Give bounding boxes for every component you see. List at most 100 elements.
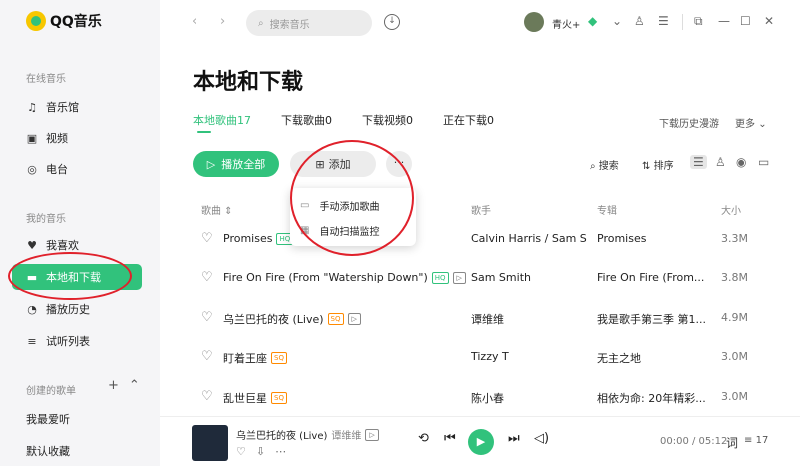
- menu-icon[interactable]: ☰: [658, 14, 669, 28]
- song-size: 3.0M: [721, 390, 748, 403]
- skin-shirt-icon[interactable]: ♙: [634, 14, 645, 28]
- search-label: 搜索: [598, 161, 619, 172]
- more-circle-icon[interactable]: ⋯: [275, 445, 286, 458]
- folder-icon: ▭: [300, 199, 310, 211]
- table-row[interactable]: ♡ 乌兰巴托的夜 (Live) SQ ▷ 谭维维 我是歌手第三季 第1... 4.9…: [193, 303, 800, 333]
- sidebar-item-favorites[interactable]: ♥ 我喜欢: [26, 236, 79, 254]
- song-title[interactable]: 乱世巨星 SQ: [223, 390, 287, 406]
- sidebar-item-radio[interactable]: ◎ 电台: [26, 160, 68, 178]
- song-title[interactable]: Promises HQ: [223, 232, 294, 245]
- song-album[interactable]: Promises: [597, 232, 705, 245]
- playlist-count: 17: [755, 435, 769, 446]
- heart-outline-icon[interactable]: ♡: [201, 270, 213, 285]
- song-album[interactable]: Fire On Fire (From...: [597, 271, 705, 284]
- column-header-album: 专辑: [597, 206, 617, 217]
- tab-local-songs[interactable]: 本地歌曲17: [193, 112, 251, 128]
- album-cover[interactable]: [192, 425, 228, 461]
- song-artist[interactable]: Calvin Harris / Sam S...: [471, 232, 587, 245]
- song-album[interactable]: 无主之地: [597, 350, 705, 366]
- voice-search-icon[interactable]: ↓: [384, 14, 400, 30]
- folder-view-icon[interactable]: ▭: [758, 155, 769, 169]
- music-note-icon: ♫: [27, 100, 37, 114]
- song-artist[interactable]: Tizzy T: [471, 350, 587, 363]
- song-artist[interactable]: 谭维维: [471, 311, 587, 327]
- table-row[interactable]: ♡ Fire On Fire (From "Watership Down") HQ…: [193, 263, 800, 293]
- play-icon: ▷: [206, 157, 216, 171]
- mini-mode-icon[interactable]: ⧉: [694, 14, 703, 29]
- app-logo[interactable]: QQ音乐: [26, 11, 102, 31]
- song-title[interactable]: 盯着王座 SQ: [223, 350, 287, 366]
- playlist-button[interactable]: ≡ 17: [744, 435, 768, 446]
- back-arrow-icon[interactable]: ‹: [192, 14, 197, 29]
- top-bar: ‹ › ⌕ 搜索音乐 ↓ 青火+ ◆ ⌄ ♙ ☰ ⧉ — ☐ ✕: [160, 0, 800, 46]
- song-album[interactable]: 我是歌手第三季 第1...: [597, 311, 705, 327]
- song-title-text: 盯着王座: [223, 352, 267, 365]
- previous-icon[interactable]: ⏮: [444, 431, 456, 446]
- table-row[interactable]: ♡ Promises HQ Calvin Harris / Sam S... Pr…: [193, 224, 800, 254]
- chevron-down-icon[interactable]: ⌄: [612, 14, 622, 28]
- artist-view-icon[interactable]: ♙: [715, 155, 726, 169]
- add-playlist-icon[interactable]: +: [108, 378, 119, 393]
- forward-arrow-icon[interactable]: ›: [220, 14, 225, 29]
- song-title-text: Fire On Fire (From "Watership Down"): [223, 271, 428, 284]
- username[interactable]: 青火+: [552, 16, 580, 31]
- collapse-icon[interactable]: ⌃: [129, 378, 140, 393]
- sidebar-item-history[interactable]: ◔ 播放历史: [26, 300, 90, 318]
- mv-icon[interactable]: ▷: [347, 313, 361, 325]
- song-artist[interactable]: Sam Smith: [471, 271, 587, 284]
- next-icon[interactable]: ⏭: [508, 431, 520, 446]
- song-album[interactable]: 相依为命: 20年精彩...: [597, 390, 705, 406]
- album-view-icon[interactable]: ◉: [736, 155, 746, 169]
- add-button[interactable]: ⊞ 添加: [290, 151, 376, 177]
- heart-outline-icon[interactable]: ♡: [201, 231, 213, 246]
- playlist-item[interactable]: 默认收藏: [26, 443, 70, 459]
- play-button[interactable]: ▶: [468, 429, 494, 455]
- monitor-icon: ▬: [26, 270, 38, 284]
- mv-icon[interactable]: ▷: [365, 428, 379, 441]
- now-playing-title[interactable]: 乌兰巴托的夜 (Live): [236, 427, 327, 442]
- sidebar: QQ音乐 在线音乐 ♫ 音乐馆 ▣ 视频 ◎ 电台 我的音乐 ♥ 我喜欢 ▬ 本…: [0, 0, 160, 466]
- tab-downloaded-videos[interactable]: 下载视频0: [362, 112, 413, 128]
- close-icon[interactable]: ✕: [764, 14, 774, 28]
- vip-diamond-icon[interactable]: ◆: [588, 14, 597, 28]
- local-search-button[interactable]: ⌕ 搜索: [590, 157, 619, 172]
- list-view-icon[interactable]: ☰: [690, 155, 707, 169]
- song-title[interactable]: 乌兰巴托的夜 (Live) SQ ▷: [223, 311, 361, 327]
- heart-outline-icon[interactable]: ♡: [201, 389, 213, 404]
- volume-icon[interactable]: ◁): [534, 431, 549, 446]
- song-artist[interactable]: 陈小春: [471, 390, 587, 406]
- table-row[interactable]: ♡ 盯着王座 SQ Tizzy T 无主之地 3.0M: [193, 342, 800, 372]
- menu-item-manual-add[interactable]: ▭ 手动添加歌曲: [300, 196, 379, 214]
- minimize-icon[interactable]: —: [718, 14, 730, 28]
- table-row[interactable]: ♡ 乱世巨星 SQ 陈小春 相依为命: 20年精彩... 3.0M: [193, 382, 800, 412]
- quality-badge: SQ: [327, 313, 344, 325]
- sort-button[interactable]: ⇅ 排序: [642, 157, 674, 172]
- playlist-item[interactable]: 我最爱听: [26, 411, 70, 427]
- avatar[interactable]: [524, 12, 544, 32]
- heart-outline-icon[interactable]: ♡: [201, 310, 213, 325]
- qq-music-logo-icon: [26, 11, 46, 31]
- maximize-icon[interactable]: ☐: [740, 14, 751, 28]
- search-input[interactable]: ⌕ 搜索音乐: [246, 10, 372, 36]
- song-title[interactable]: Fire On Fire (From "Watership Down") HQ ▷: [223, 271, 466, 284]
- column-header-song[interactable]: 歌曲 ⇕: [201, 202, 233, 217]
- now-playing-artist[interactable]: 谭维维: [331, 427, 361, 442]
- download-icon[interactable]: ⇩: [256, 445, 265, 458]
- sidebar-item-local-download[interactable]: ▬ 本地和下载: [12, 264, 142, 290]
- more-button[interactable]: ···: [386, 151, 412, 177]
- sidebar-item-video[interactable]: ▣ 视频: [26, 129, 68, 147]
- menu-item-auto-scan[interactable]: ▦ 自动扫描监控: [300, 221, 379, 239]
- chevron-down-icon: ⌄: [758, 119, 767, 130]
- mv-icon[interactable]: ▷: [452, 271, 466, 284]
- tab-downloaded-songs[interactable]: 下载歌曲0: [281, 112, 332, 128]
- heart-outline-icon[interactable]: ♡: [201, 349, 213, 364]
- heart-outline-icon[interactable]: ♡: [236, 445, 246, 458]
- sidebar-item-music-hall[interactable]: ♫ 音乐馆: [26, 98, 79, 116]
- download-history-link[interactable]: 下载历史漫游: [659, 115, 719, 130]
- repeat-icon[interactable]: ⟲: [418, 431, 429, 446]
- play-all-button[interactable]: ▷ 播放全部: [193, 151, 279, 177]
- lyrics-button[interactable]: 词: [726, 434, 738, 451]
- more-dropdown[interactable]: 更多 ⌄: [735, 115, 767, 130]
- tab-downloading[interactable]: 正在下载0: [443, 112, 494, 128]
- sidebar-item-trial-list[interactable]: ≡ 试听列表: [26, 332, 90, 350]
